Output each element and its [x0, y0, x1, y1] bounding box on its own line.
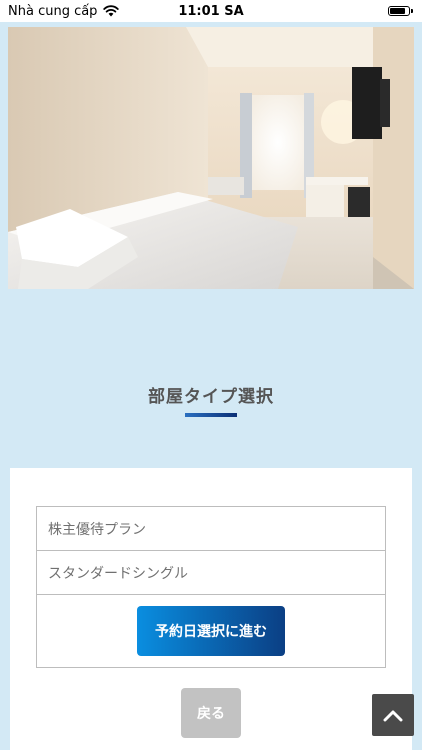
carrier-label: Nhà cung cấp [8, 3, 98, 19]
plan-action-row: 予約日選択に進む [37, 595, 385, 667]
room-type-row: スタンダードシングル [37, 551, 385, 595]
section-title: 部屋タイプ選択 [148, 387, 274, 407]
title-underline [185, 413, 237, 417]
status-bar: Nhà cung cấp 11:01 SA [0, 0, 422, 22]
scroll-to-top-button[interactable] [372, 694, 414, 736]
proceed-to-date-selection-button[interactable]: 予約日選択に進む [137, 606, 285, 656]
wifi-icon [103, 5, 120, 17]
plan-name: 株主優待プラン [48, 521, 146, 538]
hotel-room-photo [8, 27, 414, 289]
battery-fill [390, 8, 405, 14]
hotel-room-illustration [8, 27, 414, 289]
back-button[interactable]: 戻る [181, 688, 241, 738]
chevron-up-icon [383, 710, 403, 722]
plan-name-row: 株主優待プラン [37, 507, 385, 551]
plan-table: 株主優待プラン スタンダードシングル 予約日選択に進む [36, 506, 386, 668]
status-left: Nhà cung cấp [8, 3, 120, 19]
room-type: スタンダードシングル [48, 565, 188, 582]
battery-icon [388, 6, 413, 16]
